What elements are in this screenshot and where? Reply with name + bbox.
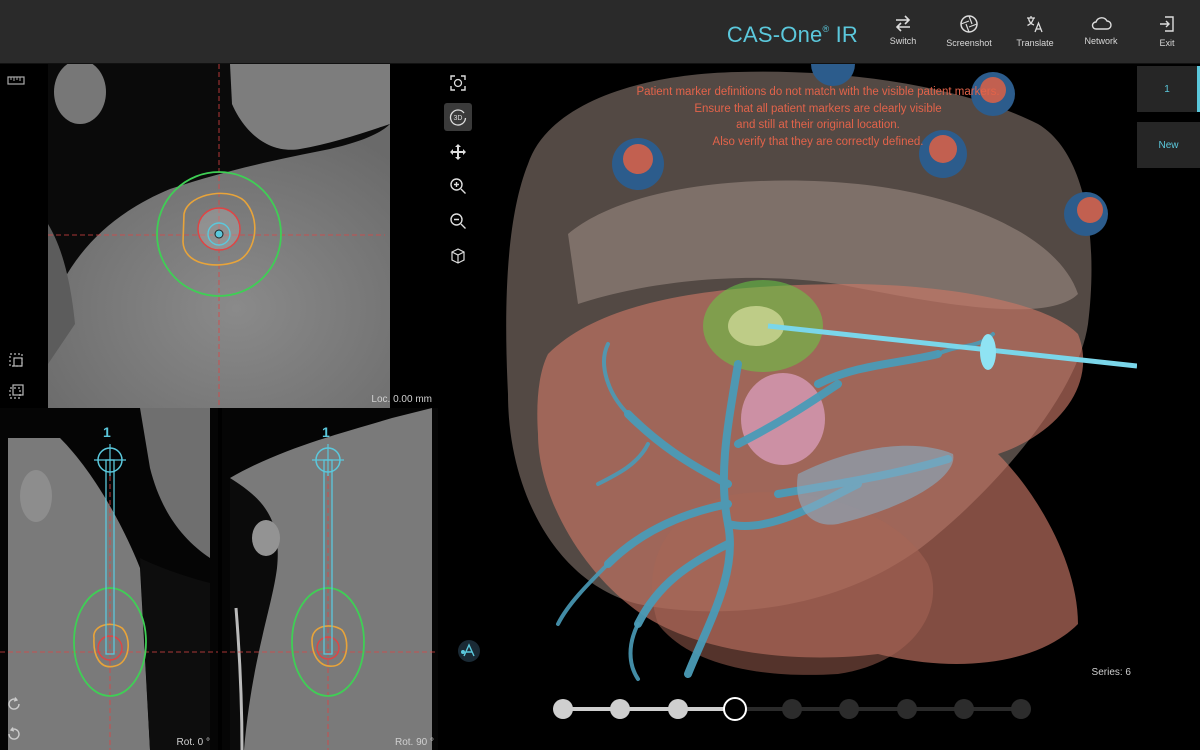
trajectory-sidebar: 1 New [1137,64,1200,750]
3d-liver-model [506,64,1137,681]
reset-view-icon [450,75,466,91]
orientation-cube-button[interactable] [444,242,472,270]
trajectory-number: 1 [322,424,330,440]
workflow-step-7[interactable] [896,699,917,719]
trajectory-tab-1[interactable]: 1 [1137,66,1200,112]
top-bar: CAS-One® IR Switch Screenshot Translate … [0,0,1200,64]
3d-view[interactable]: Patient marker definitions do not match … [438,64,1137,682]
aperture-icon [960,15,978,33]
pan-icon [450,144,466,160]
3d-rotate-button[interactable]: 3D [444,103,472,131]
trajectory-number: 1 [103,424,111,440]
series-label: Series: 6 [1091,667,1131,678]
switch-button[interactable]: Switch [870,12,936,58]
axial-ct-image [48,64,390,408]
reset-view-button[interactable] [444,69,472,97]
location-label: Loc. 0.00 mm [371,394,432,405]
switch-icon [895,15,911,32]
rotate-counterclockwise-icon [8,727,20,740]
ruler-icon [7,76,25,85]
rotate-clockwise-icon [8,697,20,710]
axial-ct-view[interactable]: Loc. 0.00 mm [0,64,438,408]
rotation-label: Rot. 90 ° [394,737,434,748]
zoom-out-icon [450,213,466,229]
app-title: CAS-One® IR [726,22,858,47]
layer-button[interactable] [4,380,28,404]
select-region-icon [9,353,23,367]
3d-rotate-icon: 3D [449,109,467,126]
patient-marker [1064,192,1108,236]
select-region-button[interactable] [4,348,28,372]
network-button[interactable]: Network [1068,12,1134,58]
workflow-step-6[interactable] [839,699,860,719]
sagittal-ct-image [0,408,218,750]
new-trajectory-tab[interactable]: New [1137,122,1200,168]
cloud-icon [1091,17,1112,30]
translate-button[interactable]: Translate [1002,12,1068,58]
screenshot-button[interactable]: Screenshot [936,12,1002,58]
pan-button[interactable] [444,138,472,166]
orientation-cube-icon [451,248,465,264]
workflow-step-5[interactable] [782,699,802,719]
workflow-step-3[interactable] [667,699,688,719]
exit-icon [1160,16,1174,32]
rotation-label: Rot. 0 ° [176,737,210,748]
workflow-step-1[interactable] [553,699,573,719]
exit-button[interactable]: Exit [1134,12,1200,58]
orientation-indicator [456,638,482,664]
workflow-step-8[interactable] [953,699,974,719]
svg-text:3D: 3D [454,115,463,122]
marker-warning: Patient marker definitions do not match … [636,86,1000,148]
coronal-ct-image [222,408,438,750]
orientation-axes-icon [458,640,480,662]
coronal-ct-view[interactable]: 1 Rot. 90 ° [222,408,438,750]
rotate-ccw-button[interactable] [2,722,26,746]
zoom-out-button[interactable] [444,207,472,235]
rotate-cw-button[interactable] [2,692,26,716]
workflow-step-2[interactable] [610,699,631,719]
workflow-track-fill [563,707,735,711]
layer-icon [9,384,24,399]
workflow-step-9[interactable] [1011,699,1031,719]
zoom-in-button[interactable] [444,172,472,200]
translate-icon [1027,16,1043,33]
workflow-step-4[interactable] [722,697,747,721]
ruler-button[interactable] [4,68,28,92]
sagittal-ct-view[interactable]: 1 Rot. 0 ° [0,408,218,750]
workflow-progress [438,682,1137,750]
zoom-in-icon [450,178,466,194]
